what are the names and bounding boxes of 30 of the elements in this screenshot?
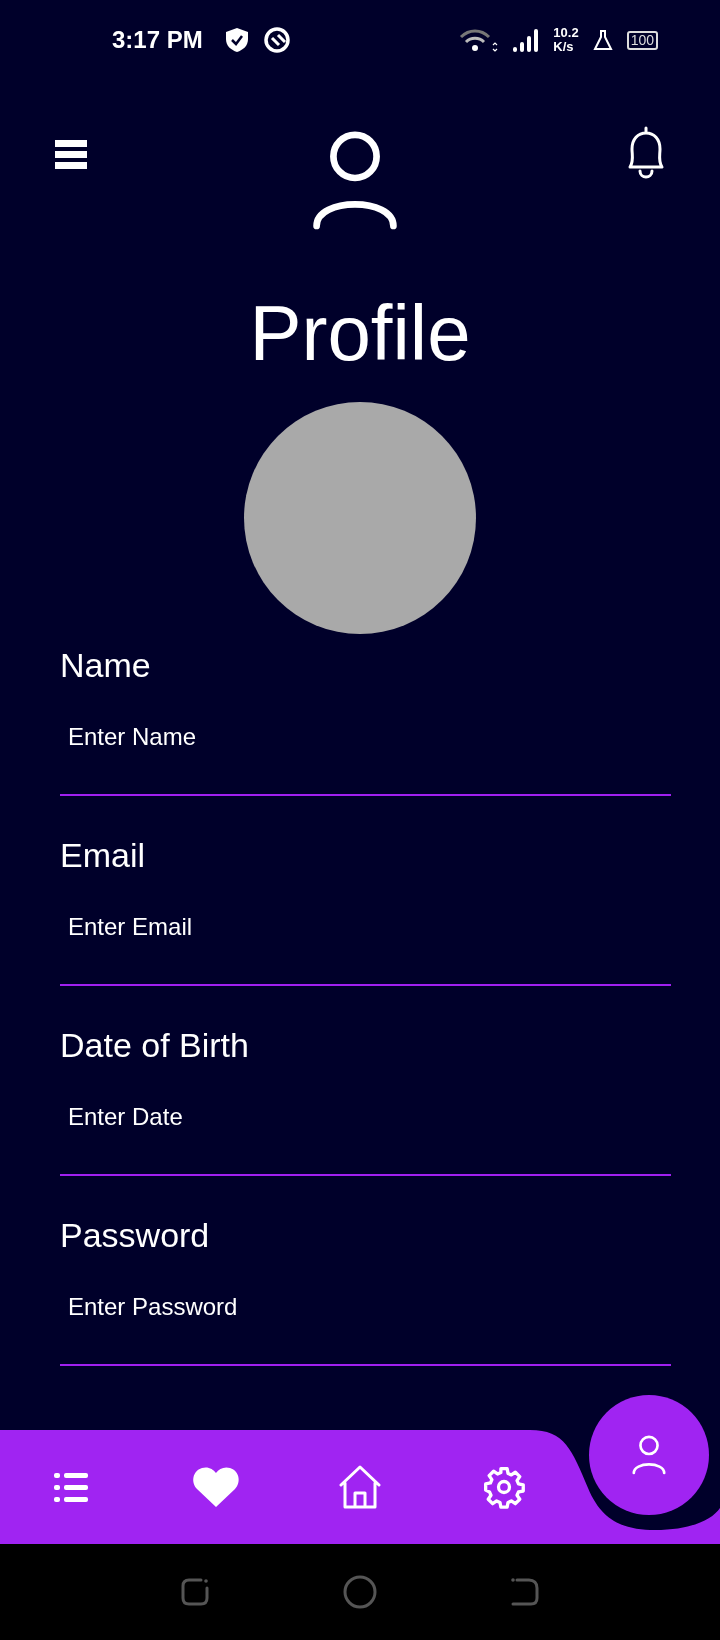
user-icon xyxy=(630,1435,668,1475)
input-field[interactable]: Enter Password xyxy=(60,1287,671,1327)
back-icon xyxy=(509,1576,541,1608)
field-label: Password xyxy=(60,1215,211,1255)
network-speed-unit: K/s xyxy=(553,40,575,54)
network-speed-value: 10.2 xyxy=(553,26,579,40)
status-time: 3:17 PM xyxy=(112,26,203,54)
circle-logo-icon xyxy=(262,26,291,54)
input-field[interactable]: Enter Name xyxy=(60,717,671,757)
field-label: Name xyxy=(60,645,152,685)
field-label: Email xyxy=(60,835,147,875)
back-button[interactable] xyxy=(509,1576,541,1608)
menu-icon xyxy=(55,140,87,170)
home-system-button[interactable] xyxy=(343,1575,377,1609)
recents-icon xyxy=(179,1576,211,1608)
recents-button[interactable] xyxy=(179,1576,211,1608)
home-circle-icon xyxy=(343,1575,377,1609)
flask-icon xyxy=(592,29,613,51)
list-icon xyxy=(54,1471,90,1503)
settings-icon xyxy=(482,1465,526,1509)
input-field[interactable]: Enter Email xyxy=(60,907,671,947)
battery-level: 100 xyxy=(626,30,658,50)
page-title: Profile xyxy=(248,288,472,378)
heart-icon xyxy=(191,1465,241,1509)
home-icon xyxy=(339,1465,381,1509)
shield-icon xyxy=(224,27,249,53)
input-field[interactable]: Enter Date xyxy=(60,1097,671,1137)
wifi-icon xyxy=(459,28,500,52)
signal-icon xyxy=(513,27,540,53)
field-label: Date of Birth xyxy=(60,1025,250,1065)
